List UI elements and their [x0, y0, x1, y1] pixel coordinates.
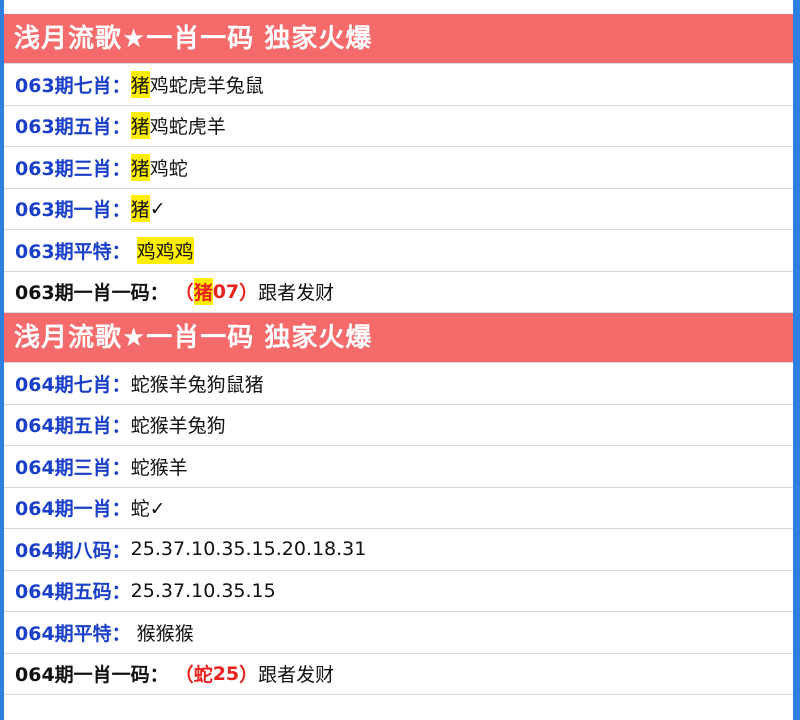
row-064-eight-codes: 064期八码： 25.37.10.35.15.20.18.31 — [4, 529, 793, 571]
row-063-seven-zodiac: 063期七肖： 猪 鸡蛇虎羊兔鼠 — [4, 64, 793, 106]
row-label: 064期一肖： — [15, 498, 131, 521]
highlighted-zodiac: 猪 — [130, 153, 150, 181]
row-label: 064期五码： — [15, 581, 131, 604]
row-label: 064期三肖： — [15, 456, 131, 479]
close-paren: ） — [239, 282, 259, 305]
special-code: 25 — [212, 662, 240, 685]
row-value: 25.37.10.35.15.20.18.31 — [130, 538, 367, 561]
special-code: 07 — [212, 280, 240, 303]
row-label: 064期平特： — [15, 622, 131, 645]
section-064: 浅月流歌★一肖一码 独家火爆 064期七肖： 蛇猴羊兔狗鼠猪 064期五肖： 蛇… — [4, 313, 793, 695]
row-label: 064期一肖一码： — [15, 664, 169, 687]
row-value: 蛇猴羊兔狗 — [130, 415, 226, 438]
row-064-one-zodiac-one-code: 064期一肖一码： （ 蛇 25 ） 跟者发财 — [4, 654, 793, 695]
row-value: 鸡蛇虎羊 — [149, 116, 226, 139]
section-header: 浅月流歌★一肖一码 独家火爆 — [4, 14, 793, 64]
highlighted-zodiac: 鸡鸡鸡 — [136, 236, 194, 264]
row-label: 063期五肖： — [15, 116, 131, 139]
row-value: 25.37.10.35.15 — [130, 579, 276, 602]
row-063-one-zodiac-one-code: 063期一肖一码： （ 猪 07 ） 跟者发财 — [4, 272, 793, 313]
row-064-five-codes: 064期五码： 25.37.10.35.15 — [4, 571, 793, 612]
highlighted-zodiac: 猪 — [130, 195, 150, 223]
row-label: 064期八码： — [15, 539, 131, 562]
row-label: 063期平特： — [15, 240, 131, 263]
row-063-flat-special: 063期平特： 鸡鸡鸡 — [4, 230, 793, 272]
tail-text: 跟者发财 — [258, 282, 335, 305]
content-frame: 浅月流歌★一肖一码 独家火爆 063期七肖： 猪 鸡蛇虎羊兔鼠 063期五肖： … — [4, 0, 793, 720]
special-zodiac: 猪 — [193, 278, 213, 306]
highlighted-zodiac: 猪 — [130, 112, 150, 140]
row-label: 063期七肖： — [15, 74, 131, 97]
highlighted-zodiac: 猪 — [130, 70, 150, 98]
open-paren: （ — [174, 282, 194, 305]
row-label: 063期三肖： — [15, 157, 131, 180]
row-value: 蛇猴羊 — [130, 456, 188, 479]
open-paren: （ — [174, 664, 194, 687]
row-value: 蛇✓ — [130, 498, 166, 521]
row-value: 鸡蛇虎羊兔鼠 — [149, 74, 264, 97]
section-063: 浅月流歌★一肖一码 独家火爆 063期七肖： 猪 鸡蛇虎羊兔鼠 063期五肖： … — [4, 14, 793, 313]
row-label: 064期七肖： — [15, 373, 131, 396]
row-value: 蛇猴羊兔狗鼠猪 — [130, 373, 264, 396]
row-064-one-zodiac: 064期一肖： 蛇✓ — [4, 488, 793, 529]
close-paren: ） — [239, 664, 259, 687]
section-header: 浅月流歌★一肖一码 独家火爆 — [4, 313, 793, 363]
row-064-three-zodiac: 064期三肖： 蛇猴羊 — [4, 446, 793, 488]
row-063-three-zodiac: 063期三肖： 猪 鸡蛇 — [4, 147, 793, 189]
row-063-five-zodiac: 063期五肖： 猪 鸡蛇虎羊 — [4, 106, 793, 147]
tail-text: 跟者发财 — [258, 664, 335, 687]
row-064-seven-zodiac: 064期七肖： 蛇猴羊兔狗鼠猪 — [4, 363, 793, 405]
check-mark: ✓ — [149, 197, 166, 220]
row-value: 猴猴猴 — [136, 622, 194, 645]
special-zodiac: 蛇 — [193, 664, 213, 687]
row-064-flat-special: 064期平特： 猴猴猴 — [4, 612, 793, 654]
row-label: 063期一肖： — [15, 199, 131, 222]
row-063-one-zodiac: 063期一肖： 猪 ✓ — [4, 189, 793, 230]
row-value: 鸡蛇 — [149, 157, 188, 180]
row-064-five-zodiac: 064期五肖： 蛇猴羊兔狗 — [4, 405, 793, 446]
row-label: 063期一肖一码： — [15, 282, 169, 305]
row-label: 064期五肖： — [15, 415, 131, 438]
